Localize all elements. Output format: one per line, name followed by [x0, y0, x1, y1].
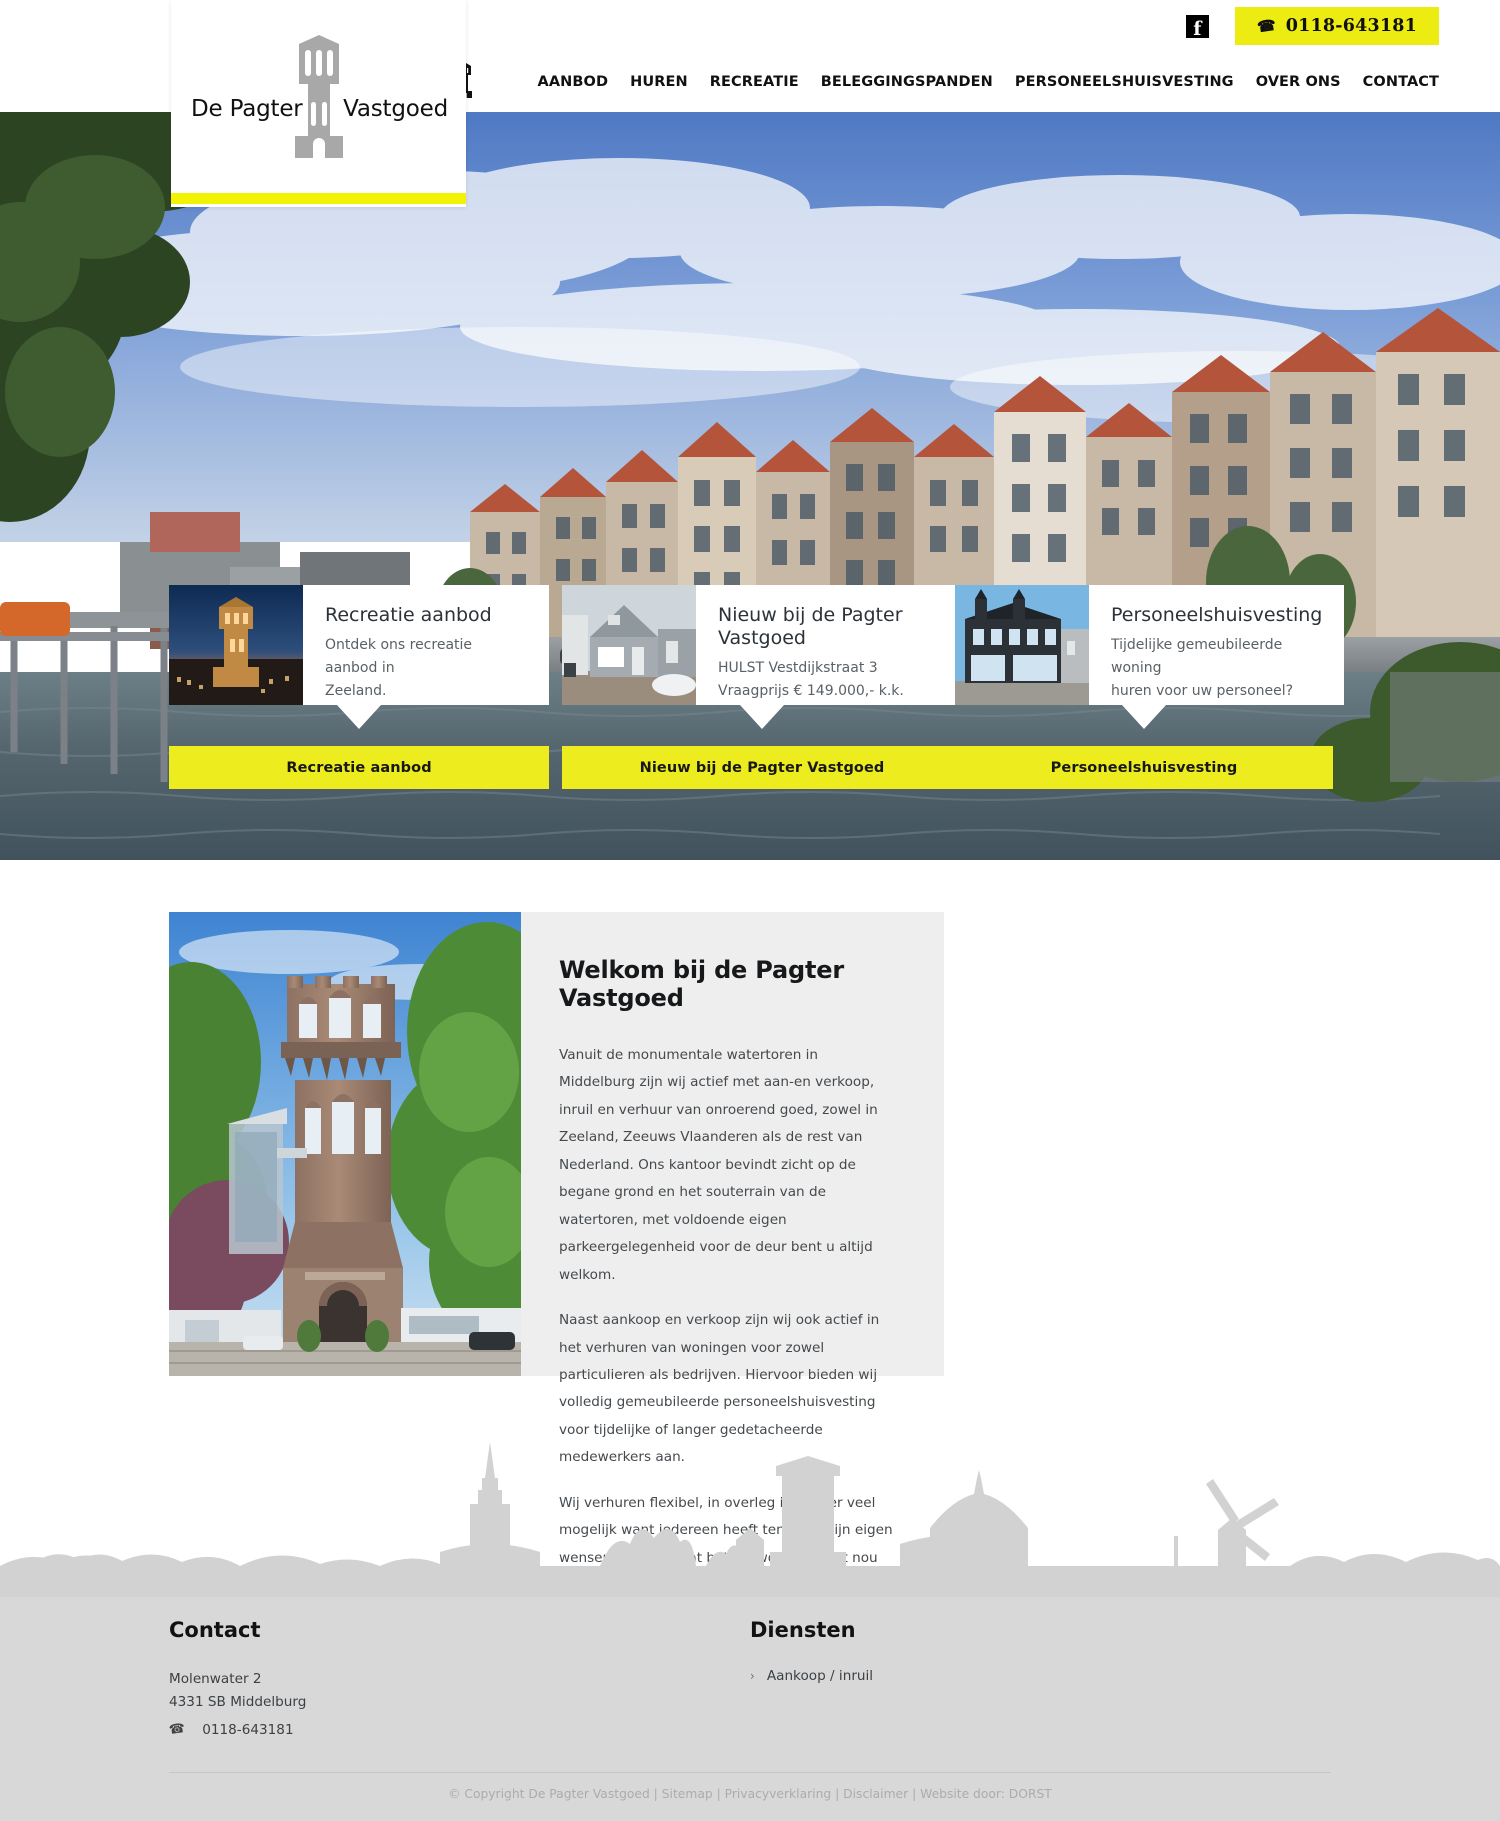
- nav-item-contact[interactable]: CONTACT: [1363, 74, 1439, 90]
- logo-accent-bar: [171, 193, 466, 204]
- nav-item-beleggingspanden[interactable]: BELEGGINGSPANDEN: [821, 74, 993, 90]
- site-logo[interactable]: De Pagter Vastgoed: [171, 0, 466, 207]
- card-body: Personeelshuisvesting Tijdelijke gemeubi…: [955, 585, 1333, 705]
- nav-item-personeelshuisvesting[interactable]: PERSONEELSHUISVESTING: [1015, 74, 1234, 90]
- page-title: Welkom bij de Pagter Vastgoed: [559, 956, 898, 1012]
- watertoren-avond-thumb: [169, 585, 303, 705]
- card-button-recreatie[interactable]: Recreatie aanbod: [169, 746, 549, 789]
- watertoren-photo: [169, 912, 521, 1376]
- welcome-copy: Welkom bij de Pagter Vastgoed Vanuit de …: [521, 912, 944, 1376]
- welcome-section: Welkom bij de Pagter Vastgoed Vanuit de …: [0, 860, 1500, 1460]
- nav-item-aanbod[interactable]: AANBOD: [538, 74, 609, 90]
- footer-street: Molenwater 2: [169, 1668, 750, 1691]
- card-title: Personeelshuisvesting: [1111, 604, 1322, 627]
- header-phone-label: 0118-643181: [1286, 16, 1417, 36]
- card-pointer-arrow: [337, 705, 381, 729]
- card-pointer-arrow: [1122, 705, 1166, 729]
- footer-link-label: Aankoop / inruil: [767, 1668, 873, 1684]
- header-phone-button[interactable]: ☎ 0118-643181: [1235, 7, 1439, 45]
- footer-phone[interactable]: ☎ 0118-643181: [169, 1719, 750, 1742]
- chevron-right-icon: ›: [750, 1669, 755, 1683]
- card-body: Recreatie aanbod Ontdek ons recreatie aa…: [169, 585, 549, 705]
- nav-item-recreatie[interactable]: RECREATIE: [710, 74, 799, 90]
- facebook-icon[interactable]: f: [1186, 15, 1209, 38]
- card-button-nieuw[interactable]: Nieuw bij de Pagter Vastgoed: [562, 746, 962, 789]
- logo-text-left: De Pagter: [191, 96, 303, 122]
- card-text: Personeelshuisvesting Tijdelijke gemeubi…: [1089, 585, 1344, 705]
- copyright-bar: © Copyright De Pagter Vastgoed | Sitemap…: [0, 1787, 1500, 1801]
- footer-contact-column: Contact Molenwater 2 4331 SB Middelburg …: [169, 1618, 750, 1742]
- card-pointer-arrow: [740, 705, 784, 729]
- middelburg-skyline-silhouette: [0, 1440, 1500, 1600]
- card-title: Recreatie aanbod: [325, 604, 527, 627]
- footer-link-aankoop-inruil[interactable]: › Aankoop / inruil: [750, 1668, 1331, 1684]
- main-navigation: AANBOD HUREN RECREATIE BELEGGINGSPANDEN …: [500, 52, 1500, 112]
- hero-cards: Recreatie aanbod Ontdek ons recreatie aa…: [0, 585, 1500, 795]
- footer-contact-heading: Contact: [169, 1618, 750, 1642]
- phone-icon: ☎: [1256, 16, 1277, 36]
- card-body: Nieuw bij de Pagter Vastgoed HULST Vestd…: [562, 585, 962, 705]
- site-footer: Contact Molenwater 2 4331 SB Middelburg …: [0, 1597, 1500, 1821]
- hoekpand-thumb: [955, 585, 1089, 705]
- card-text: Recreatie aanbod Ontdek ons recreatie aa…: [303, 585, 549, 705]
- hero-card-personeelshuisvesting[interactable]: Personeelshuisvesting Tijdelijke gemeubi…: [955, 585, 1333, 795]
- nav-item-huren[interactable]: HUREN: [630, 74, 688, 90]
- card-button-personeelshuisvesting[interactable]: Personeelshuisvesting: [955, 746, 1333, 789]
- header-utility-row: f ☎ 0118-643181: [900, 0, 1500, 52]
- welcome-paragraph-1: Vanuit de monumentale watertoren in Midd…: [559, 1042, 898, 1289]
- card-description: HULST Vestdijkstraat 3 Vraagprijs € 149.…: [718, 657, 940, 702]
- card-text: Nieuw bij de Pagter Vastgoed HULST Vestd…: [696, 585, 962, 705]
- logo-text-right: Vastgoed: [343, 96, 448, 122]
- card-description: Tijdelijke gemeubileerde woning huren vo…: [1111, 634, 1322, 702]
- footer-services-heading: Diensten: [750, 1618, 1331, 1642]
- nav-item-over-ons[interactable]: OVER ONS: [1256, 74, 1341, 90]
- card-title: Nieuw bij de Pagter Vastgoed: [718, 604, 940, 650]
- footer-city: 4331 SB Middelburg: [169, 1691, 750, 1714]
- hero-card-nieuw[interactable]: Nieuw bij de Pagter Vastgoed HULST Vestd…: [562, 585, 962, 795]
- footer-services-column: Diensten › Aankoop / inruil: [750, 1618, 1331, 1742]
- phone-icon: ☎: [168, 1718, 187, 1742]
- footer-phone-number: 0118-643181: [202, 1719, 293, 1742]
- woning-hulst-thumb: [562, 585, 696, 705]
- card-description: Ontdek ons recreatie aanbod in Zeeland.: [325, 634, 527, 702]
- hero-card-recreatie[interactable]: Recreatie aanbod Ontdek ons recreatie aa…: [169, 585, 549, 795]
- footer-divider: [169, 1772, 1331, 1773]
